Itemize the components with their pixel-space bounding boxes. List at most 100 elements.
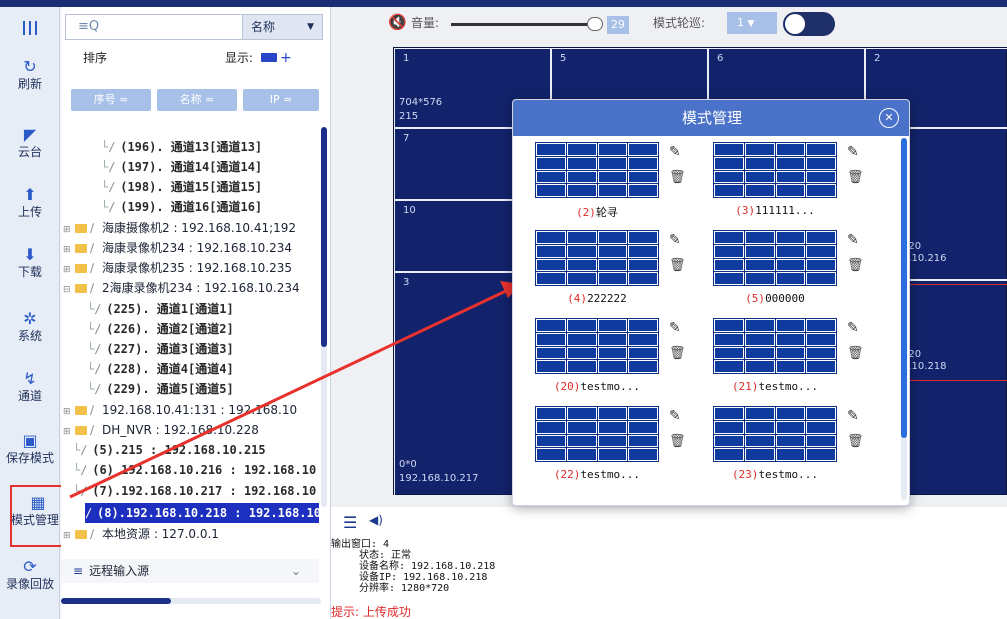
mode-rotation-label: 模式轮巡: bbox=[653, 16, 706, 30]
sort-by-name-button[interactable]: 名称 ≈ bbox=[157, 89, 237, 111]
edit-icon[interactable]: ✎ bbox=[847, 232, 859, 248]
edit-icon[interactable]: ✎ bbox=[669, 408, 681, 424]
tree-item[interactable]: └∕ (225). 通道1[通道1] bbox=[87, 299, 234, 319]
rail-channel[interactable]: ↯ 通道 bbox=[0, 369, 60, 403]
cell-source: 215 bbox=[399, 111, 419, 122]
mode-management-dialog: 模式管理 ✕ ✎ 🗑 (2)轮寻 ✎ 🗑 (3)111111... ✎ 🗑 (4… bbox=[512, 99, 910, 506]
tree-folder[interactable]: ⊞ ∕ DH_NVR : 192.168.10.228 bbox=[63, 420, 259, 440]
mode-rotation-select[interactable]: 1 ▼ bbox=[727, 12, 777, 34]
volume-slider[interactable] bbox=[451, 23, 601, 26]
tree-hscrollbar-thumb[interactable] bbox=[61, 598, 171, 604]
tree-scrollbar-thumb[interactable] bbox=[321, 127, 327, 347]
expand-icon[interactable]: ⊞ bbox=[63, 402, 75, 422]
chevron-down-icon: ▼ bbox=[747, 19, 755, 29]
mode-number: (20) bbox=[553, 380, 581, 393]
speaker-icon[interactable]: ◀) bbox=[369, 513, 383, 527]
mode-name: testmo... bbox=[580, 468, 641, 481]
camera-icon[interactable] bbox=[261, 53, 277, 62]
edit-icon[interactable]: ✎ bbox=[847, 320, 859, 336]
remote-source-section[interactable]: ≡ 远程输入源 ⌄ bbox=[61, 559, 319, 583]
tree-folder[interactable]: ⊞ ∕ 海康录像机234 : 192.168.10.234 bbox=[63, 238, 292, 258]
mode-card[interactable]: ✎ 🗑 (2)轮寻 bbox=[513, 136, 686, 224]
edit-icon[interactable]: ✎ bbox=[669, 144, 681, 160]
rail-refresh[interactable]: ↻ 刷新 bbox=[0, 57, 60, 91]
expand-icon[interactable]: ⊞ bbox=[63, 240, 75, 260]
collapse-icon[interactable]: ⊟ bbox=[63, 280, 75, 300]
mode-card[interactable]: ✎ 🗑 (4)222222 bbox=[513, 224, 686, 312]
mode-card[interactable]: ✎ 🗑 (20)testmo... bbox=[513, 312, 686, 400]
tree-item[interactable]: └∕ (228). 通道4[通道4] bbox=[87, 359, 234, 379]
mode-layout-preview[interactable] bbox=[535, 318, 659, 374]
tree-item[interactable]: └∕ (226). 通道2[通道2] bbox=[87, 319, 234, 339]
trash-icon[interactable]: 🗑 bbox=[669, 434, 686, 449]
mode-label: (22)testmo... bbox=[535, 468, 659, 481]
sort-by-index-button[interactable]: 序号 ≈ bbox=[71, 89, 151, 111]
rail-mode-management[interactable]: ▦ 模式管理 bbox=[10, 485, 66, 547]
trash-icon[interactable]: 🗑 bbox=[669, 346, 686, 361]
mode-card[interactable]: ✎ 🗑 (5)000000 bbox=[691, 224, 864, 312]
rail-upload[interactable]: ⬆ 上传 bbox=[0, 185, 60, 219]
rail-download[interactable]: ⬇ 下载 bbox=[0, 245, 60, 279]
tree-item[interactable]: └∕ (198). 通道15[通道15] bbox=[101, 177, 262, 197]
edit-icon[interactable]: ✎ bbox=[669, 232, 681, 248]
mode-label: (20)testmo... bbox=[535, 380, 659, 393]
sort-by-ip-button[interactable]: IP ≈ bbox=[243, 89, 319, 111]
edit-icon[interactable]: ✎ bbox=[847, 144, 859, 160]
tree-item[interactable]: └∕ (7).192.168.10.217 : 192.168.10 bbox=[73, 481, 316, 501]
mode-layout-preview[interactable] bbox=[535, 406, 659, 462]
mode-card[interactable]: ✎ 🗑 (22)testmo... bbox=[513, 400, 686, 488]
expand-icon[interactable]: ⊞ bbox=[63, 526, 75, 546]
mode-card[interactable]: ✎ 🗑 (21)testmo... bbox=[691, 312, 864, 400]
mode-layout-preview[interactable] bbox=[713, 142, 837, 198]
trash-icon[interactable]: 🗑 bbox=[847, 170, 864, 185]
tree-item[interactable]: └∕ (6) 192.168.10.216 : 192.168.10 bbox=[73, 460, 316, 480]
mode-card[interactable]: ✎ 🗑 (23)testmo... bbox=[691, 400, 864, 488]
tree-item-selected[interactable]: ∕ (8).192.168.10.218 : 192.168.10 bbox=[85, 503, 319, 523]
tree-item[interactable]: └∕ (196). 通道13[通道13] bbox=[101, 137, 262, 157]
mode-rotation-toggle[interactable] bbox=[783, 12, 835, 36]
tree-folder[interactable]: ⊞ ∕ 192.168.10.41:131 : 192.168.10 bbox=[63, 400, 297, 420]
search-field-select[interactable]: 名称 ▼ bbox=[242, 15, 322, 39]
tree-folder[interactable]: ⊞ ∕ 海康录像机235 : 192.168.10.235 bbox=[63, 258, 292, 278]
dialog-scrollbar[interactable] bbox=[901, 138, 907, 500]
mode-layout-preview[interactable] bbox=[713, 406, 837, 462]
tree-item[interactable]: └∕ (229). 通道5[通道5] bbox=[87, 379, 234, 399]
edit-icon[interactable]: ✎ bbox=[669, 320, 681, 336]
menu-icon[interactable] bbox=[20, 19, 40, 37]
tree-folder[interactable]: ⊞ ∕ 海康摄像机2 : 192.168.10.41;192 bbox=[63, 218, 296, 238]
mode-card[interactable]: ✎ 🗑 (3)111111... bbox=[691, 136, 864, 224]
rail-save-mode[interactable]: ▣ 保存模式 bbox=[0, 431, 60, 465]
tree-folder[interactable]: ⊟ ∕ 2海康录像机234 : 192.168.10.234 bbox=[63, 278, 300, 298]
mode-layout-preview[interactable] bbox=[535, 142, 659, 198]
expand-icon[interactable]: ⊞ bbox=[63, 260, 75, 280]
trash-icon[interactable]: 🗑 bbox=[847, 346, 864, 361]
trash-icon[interactable]: 🗑 bbox=[847, 258, 864, 273]
rail-ptz[interactable]: ◤ 云台 bbox=[0, 125, 60, 159]
mute-icon[interactable]: 🔇 bbox=[388, 13, 407, 31]
rail-system[interactable]: ✲ 系统 bbox=[0, 309, 60, 343]
expand-icon[interactable]: ⊞ bbox=[63, 220, 75, 240]
tree-item-label: (196). 通道13[通道13] bbox=[120, 140, 263, 154]
mode-layout-preview[interactable] bbox=[713, 230, 837, 286]
rail-playback[interactable]: ⟳ 录像回放 bbox=[0, 557, 60, 591]
search-input[interactable]: ≡Q 名称 ▼ bbox=[65, 14, 323, 40]
tree-folder[interactable]: ⊞ ∕ 本地资源 : 127.0.0.1 bbox=[63, 524, 219, 544]
tree-item[interactable]: └∕ (199). 通道16[通道16] bbox=[101, 197, 262, 217]
add-icon[interactable]: + bbox=[280, 47, 292, 69]
edit-icon[interactable]: ✎ bbox=[847, 408, 859, 424]
menu-icon[interactable]: ☰ bbox=[343, 513, 357, 532]
volume-slider-handle[interactable] bbox=[587, 17, 603, 31]
tree-item[interactable]: └∕ (197). 通道14[通道14] bbox=[101, 157, 262, 177]
tree-item[interactable]: └∕ (227). 通道3[通道3] bbox=[87, 339, 234, 359]
tree-hscrollbar[interactable] bbox=[61, 598, 321, 604]
expand-icon[interactable]: ⊞ bbox=[63, 422, 75, 442]
dialog-scrollbar-thumb[interactable] bbox=[901, 138, 907, 438]
mode-layout-preview[interactable] bbox=[713, 318, 837, 374]
tree-scrollbar[interactable] bbox=[321, 127, 327, 507]
trash-icon[interactable]: 🗑 bbox=[847, 434, 864, 449]
trash-icon[interactable]: 🗑 bbox=[669, 258, 686, 273]
mode-layout-preview[interactable] bbox=[535, 230, 659, 286]
close-icon[interactable]: ✕ bbox=[879, 108, 899, 128]
tree-item[interactable]: └∕ (5).215 : 192.168.10.215 bbox=[73, 440, 266, 460]
trash-icon[interactable]: 🗑 bbox=[669, 170, 686, 185]
